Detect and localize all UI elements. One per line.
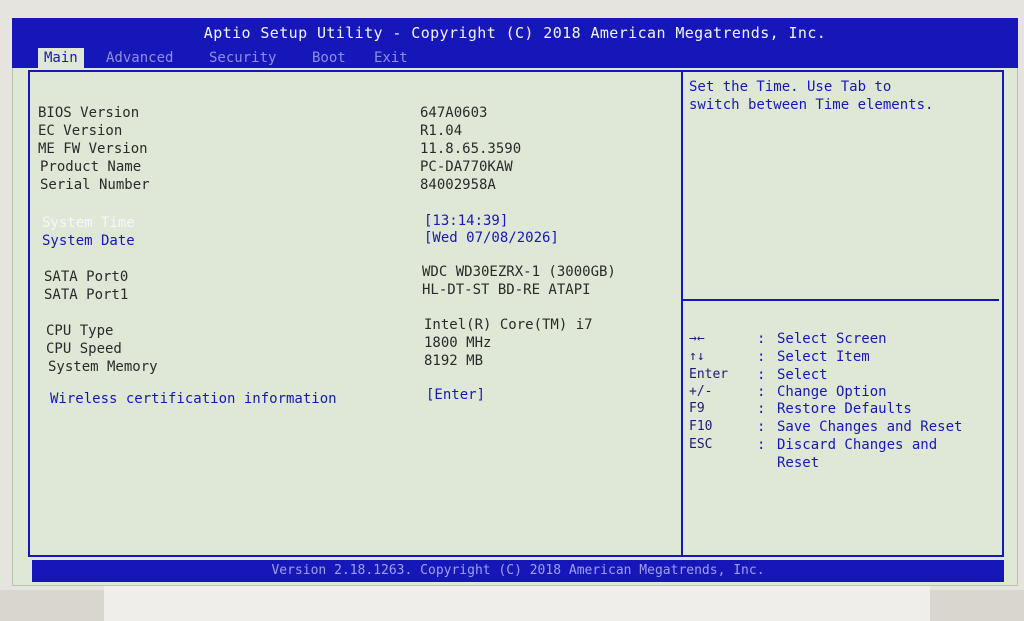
key-desc-change-option: Change Option	[777, 384, 887, 400]
sata-port1-label: SATA Port1	[44, 287, 129, 303]
cpu-speed-label: CPU Speed	[46, 341, 122, 357]
key-desc-select-item: Select Item	[777, 349, 870, 365]
key-sep: :	[757, 384, 766, 400]
serial-number-value: 84002958A	[420, 177, 496, 193]
key-sep: :	[757, 401, 766, 417]
key-arrows-lr: →←	[689, 331, 705, 346]
system-date-field[interactable]: [Wed 07/08/2026]	[424, 229, 559, 247]
ec-version-label: EC Version	[38, 123, 123, 139]
bios-version-label: BIOS Version	[38, 105, 140, 121]
key-sep: :	[757, 367, 766, 383]
product-name-label: Product Name	[40, 159, 142, 175]
help-text: Set the Time. Use Tab to switch between …	[689, 79, 934, 113]
key-desc-select-screen: Select Screen	[777, 331, 887, 347]
cpu-type-value: Intel(R) Core(TM) i7	[424, 317, 593, 333]
key-sep: :	[757, 437, 766, 453]
product-name-value: PC-DA770KAW	[420, 159, 513, 175]
system-memory-value: 8192 MB	[424, 353, 484, 369]
system-date-label[interactable]: System Date	[42, 232, 135, 250]
key-desc-restore-defaults: Restore Defaults	[777, 401, 912, 417]
key-esc: ESC	[689, 437, 713, 452]
tab-bar: Main Advanced Security Boot Exit	[12, 48, 1018, 68]
sata-port1-value: HL-DT-ST BD-RE ATAPI	[422, 282, 591, 298]
cpu-speed-value: 1800 MHz	[424, 335, 492, 351]
me-fw-version-label: ME FW Version	[38, 141, 148, 157]
key-plus-minus: +/-	[689, 384, 713, 399]
system-memory-label: System Memory	[48, 359, 158, 375]
ec-version-value: R1.04	[420, 123, 463, 139]
tab-advanced[interactable]: Advanced	[100, 48, 179, 68]
wireless-certification-enter[interactable]: [Enter]	[426, 386, 485, 404]
key-desc-save-reset: Save Changes and Reset	[777, 419, 963, 435]
tab-boot[interactable]: Boot	[306, 48, 352, 68]
title-bar: Aptio Setup Utility - Copyright (C) 2018…	[12, 18, 1018, 48]
key-desc-discard-reset: Discard Changes and Reset	[777, 437, 938, 471]
key-f9: F9	[689, 401, 705, 416]
bios-screen: Aptio Setup Utility - Copyright (C) 2018…	[12, 18, 1018, 586]
help-pane: Set the Time. Use Tab to switch between …	[683, 70, 1004, 557]
key-f10: F10	[689, 419, 713, 434]
main-settings-pane: BIOS Version 647A0603 EC Version R1.04 M…	[28, 70, 683, 557]
help-divider	[683, 299, 999, 301]
bios-version-value: 647A0603	[420, 105, 488, 121]
key-enter: Enter	[689, 367, 729, 382]
key-desc-select: Select	[777, 367, 828, 383]
tab-exit[interactable]: Exit	[368, 48, 414, 68]
serial-number-label: Serial Number	[40, 177, 150, 193]
system-time-field[interactable]: [13:14:39]	[424, 212, 508, 230]
key-sep: :	[757, 331, 766, 347]
tab-security[interactable]: Security	[203, 48, 282, 68]
me-fw-version-value: 11.8.65.3590	[420, 141, 522, 157]
cpu-type-label: CPU Type	[46, 323, 114, 339]
footer-version: Version 2.18.1263. Copyright (C) 2018 Am…	[32, 560, 1004, 582]
wireless-certification-item[interactable]: Wireless certification information	[50, 390, 337, 408]
sata-port0-value: WDC WD30EZRX-1 (3000GB)	[422, 264, 616, 280]
sata-port0-label: SATA Port0	[44, 269, 129, 285]
tab-main[interactable]: Main	[38, 48, 84, 68]
system-time-label[interactable]: System Time	[42, 214, 135, 232]
key-arrows-ud: ↑↓	[689, 349, 705, 364]
key-sep: :	[757, 419, 766, 435]
key-sep: :	[757, 349, 766, 365]
